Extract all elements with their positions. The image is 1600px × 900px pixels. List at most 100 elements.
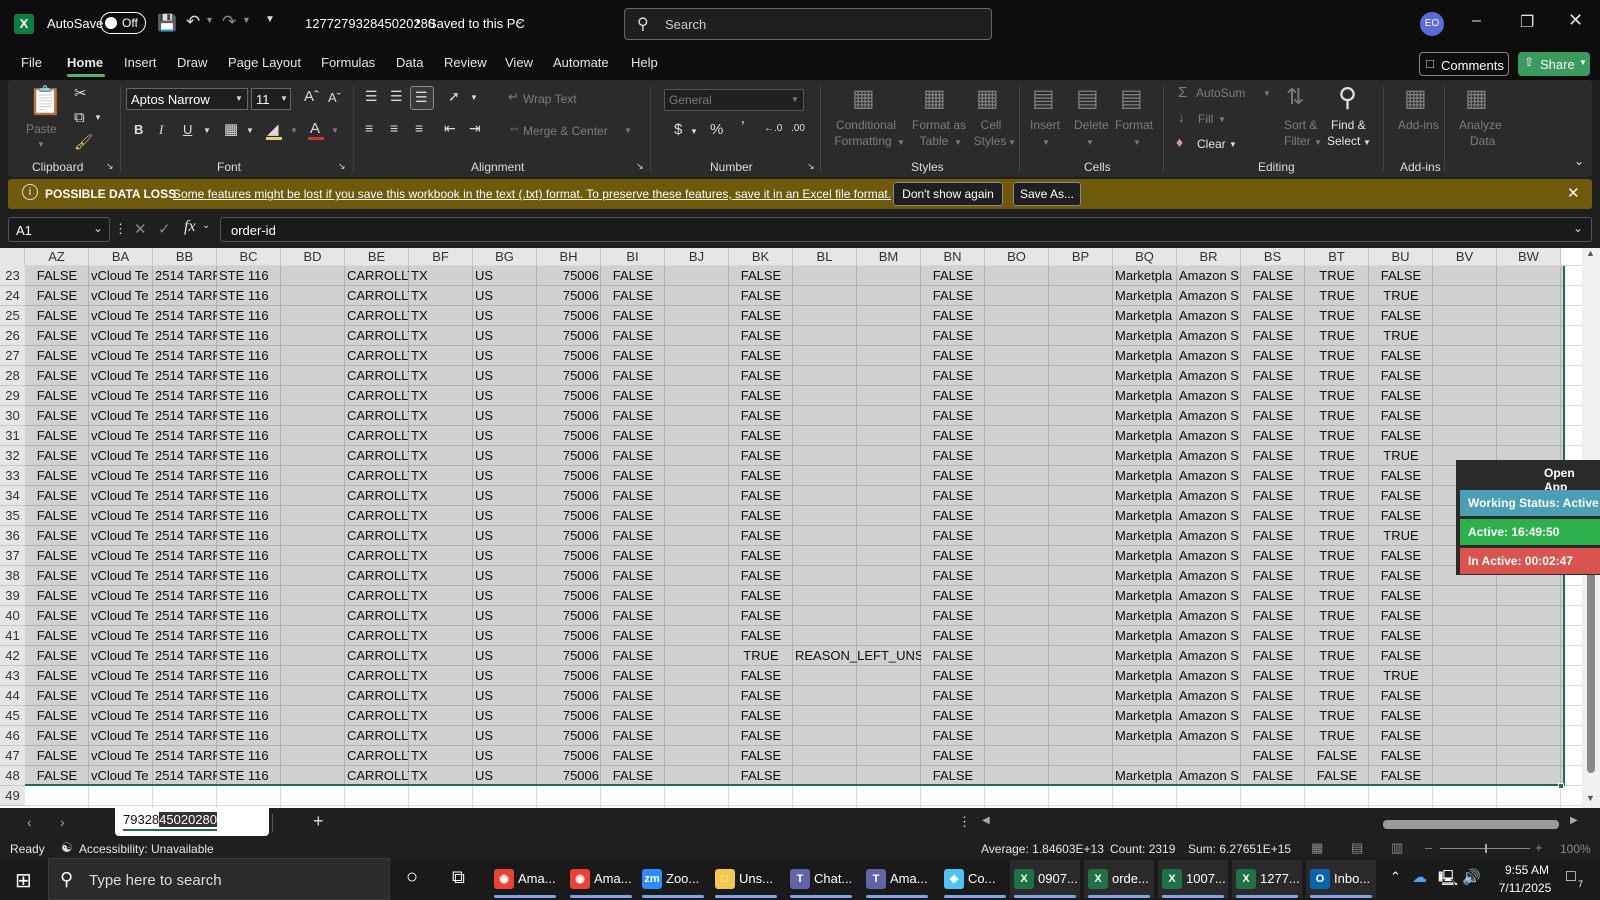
wrap-text-label[interactable]: Wrap Text [523, 92, 577, 106]
menu-help[interactable]: Help [631, 55, 658, 70]
more-options-icon[interactable]: ⋮ [114, 221, 127, 237]
autosum-dropdown-icon[interactable]: ▼ [1263, 89, 1271, 98]
column-header-bi[interactable]: BI [601, 248, 665, 266]
zoom-in-icon[interactable]: + [1535, 840, 1543, 855]
font-color-icon[interactable]: A [310, 120, 320, 137]
row-header-34[interactable]: 34 [0, 486, 25, 506]
column-header-bo[interactable]: BO [985, 248, 1049, 266]
share-button[interactable]: ⇧ Share ▼ [1518, 52, 1590, 76]
row-header-25[interactable]: 25 [0, 306, 25, 326]
status-count[interactable]: Count: 2319 [1110, 842, 1175, 856]
column-header-bq[interactable]: BQ [1113, 248, 1177, 266]
merge-dropdown-icon[interactable]: ▼ [624, 126, 632, 135]
italic-icon[interactable]: I [159, 122, 163, 138]
autosave-toggle[interactable]: Off [100, 12, 146, 34]
network-icon[interactable]: 🖳 [1438, 868, 1458, 893]
taskbar-app-copilot-6[interactable]: ◆ Co... [940, 860, 1010, 898]
borders-dropdown-icon[interactable]: ▼ [246, 126, 254, 135]
bold-icon[interactable]: B [134, 122, 143, 137]
currency-dropdown-icon[interactable]: ▼ [690, 127, 698, 136]
underline-dropdown-icon[interactable]: ▼ [203, 126, 211, 135]
scrollbar-thumb[interactable] [1587, 548, 1595, 773]
alignment-launcher-icon[interactable]: ↘ [636, 161, 644, 172]
row-header-23[interactable]: 23 [0, 266, 25, 286]
row-header-35[interactable]: 35 [0, 506, 25, 526]
select-all-corner[interactable] [0, 248, 25, 266]
menu-formulas[interactable]: Formulas [321, 55, 375, 70]
row-header-41[interactable]: 41 [0, 626, 25, 646]
taskbar-app-teams-5[interactable]: T Ama... [862, 860, 932, 898]
decrease-indent-icon[interactable]: ⇤ [444, 120, 456, 137]
column-header-bt[interactable]: BT [1305, 248, 1369, 266]
undo-icon[interactable]: ↶ [186, 12, 200, 32]
row-header-32[interactable]: 32 [0, 446, 25, 466]
add-ins-icon[interactable]: ▦ [1404, 84, 1427, 113]
autosum-label[interactable]: AutoSum [1196, 86, 1245, 100]
row-header-49[interactable]: 49 [0, 786, 25, 806]
taskbar-app-excel-8[interactable]: Xorde... [1084, 860, 1154, 898]
column-header-bu[interactable]: BU [1369, 248, 1433, 266]
normal-view-icon[interactable]: ▦ [1311, 840, 1323, 856]
banner-message-link[interactable]: Some features might be lost if you save … [173, 187, 891, 201]
font-size-select[interactable]: 11 ▼ [251, 88, 291, 110]
customize-toolbar-icon[interactable]: ▼ [265, 14, 275, 25]
column-header-br[interactable]: BR [1177, 248, 1241, 266]
cell-styles-label-2[interactable]: Styles [968, 134, 1012, 148]
selection-fill-handle[interactable] [1558, 783, 1564, 789]
merge-center-icon[interactable]: ⇔ [508, 120, 521, 135]
clock-time[interactable]: 9:55 AM [1491, 863, 1563, 877]
eraser-icon[interactable]: ♦ [1176, 134, 1183, 150]
menu-home[interactable]: Home [67, 55, 103, 70]
comments-button[interactable]: □ Comments [1419, 52, 1509, 76]
scroll-up-icon[interactable]: ▲ [1586, 248, 1595, 258]
sheet-name-editor[interactable]: 7932845020280 [123, 812, 217, 831]
fill-color-dropdown-icon[interactable]: ▼ [290, 126, 298, 135]
sort-filter-label-2[interactable]: Filter [1284, 134, 1311, 148]
sort-filter-dropdown-icon[interactable]: ▼ [1314, 138, 1322, 147]
autosum-icon[interactable]: Σ [1178, 84, 1187, 101]
number-launcher-icon[interactable]: ↘ [807, 161, 815, 172]
sort-filter-label-1[interactable]: Sort & [1284, 118, 1317, 132]
confirm-entry-icon[interactable]: ✓ [158, 220, 171, 238]
insert-dropdown-icon[interactable]: ▼ [1042, 138, 1050, 147]
row-header-37[interactable]: 37 [0, 546, 25, 566]
copy-dropdown-icon[interactable]: ▼ [94, 113, 102, 122]
row-header-36[interactable]: 36 [0, 526, 25, 546]
taskbar-app-excel-7[interactable]: X 0907... [1010, 860, 1080, 898]
row-header-28[interactable]: 28 [0, 366, 25, 386]
row-header-39[interactable]: 39 [0, 586, 25, 606]
row-header-38[interactable]: 38 [0, 566, 25, 586]
column-header-bb[interactable]: BB [153, 248, 217, 266]
notification-icon[interactable]: □ [1566, 868, 1576, 886]
align-left-icon[interactable]: ≡ [365, 120, 373, 136]
decrease-font-icon[interactable]: Aˇ [328, 90, 341, 105]
zoom-out-icon[interactable]: – [1425, 840, 1432, 855]
conditional-formatting-icon[interactable]: ▦ [852, 84, 875, 113]
menu-page-layout[interactable]: Page Layout [228, 55, 301, 70]
taskbar-app-teams-4[interactable]: T Chat... [786, 860, 856, 898]
align-center-icon[interactable]: ≡ [390, 120, 398, 136]
align-top-icon[interactable]: ☰ [365, 88, 378, 105]
fx-dropdown-icon[interactable]: ⌄ [202, 220, 210, 231]
analyze-data-label-2[interactable]: Data [1470, 134, 1495, 148]
font-color-dropdown-icon[interactable]: ▼ [331, 126, 339, 135]
column-header-bc[interactable]: BC [217, 248, 281, 266]
saved-status[interactable]: Saved to this PC [428, 16, 525, 31]
column-header-bm[interactable]: BM [857, 248, 921, 266]
zoom-level[interactable]: 100% [1560, 842, 1591, 856]
conditional-formatting-label-1[interactable]: Conditional [832, 118, 900, 132]
redo-icon[interactable]: ↷ [222, 12, 236, 32]
paste-dropdown-icon[interactable]: ▼ [37, 140, 45, 149]
taskbar-app-excel-9[interactable]: X 1007... [1158, 860, 1228, 898]
column-header-bk[interactable]: BK [729, 248, 793, 266]
row-header-43[interactable]: 43 [0, 666, 25, 686]
clear-label[interactable]: Clear [1197, 137, 1226, 151]
column-header-bp[interactable]: BP [1049, 248, 1113, 266]
cell-styles-dropdown-icon[interactable]: ▼ [1008, 138, 1016, 147]
column-header-bh[interactable]: BH [537, 248, 601, 266]
column-header-bg[interactable]: BG [473, 248, 537, 266]
analyze-data-label-1[interactable]: Analyze [1459, 118, 1502, 132]
find-select-dropdown-icon[interactable]: ▼ [1363, 138, 1371, 147]
borders-icon[interactable]: ▦ [224, 120, 238, 138]
paste-icon[interactable]: 📋 [28, 84, 63, 117]
